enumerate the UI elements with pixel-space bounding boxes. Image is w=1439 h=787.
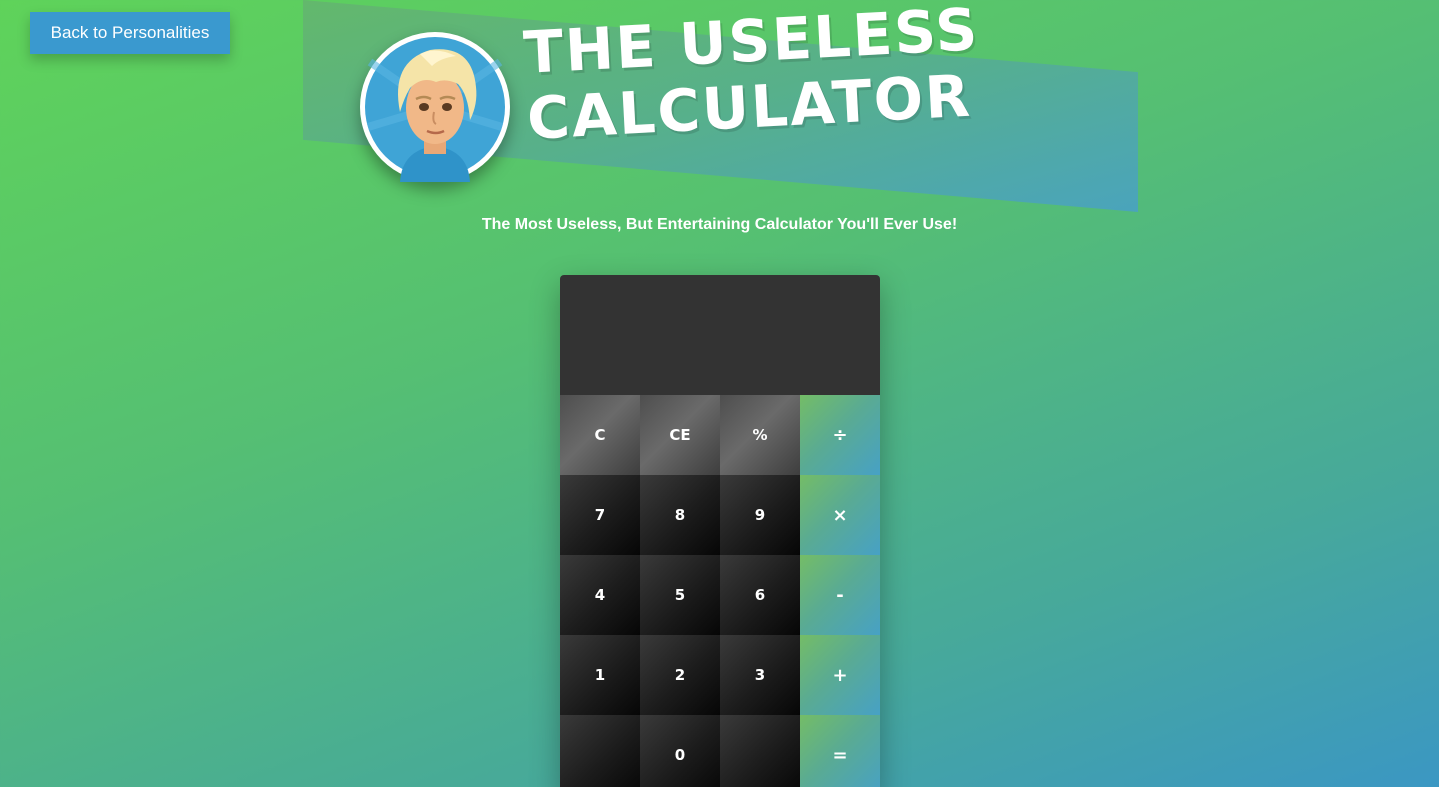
calculator-keypad: C CE % ÷ 7 8 9 × 4 5 6 - 1 2 3 + 0 = <box>560 395 880 787</box>
digit-8-button[interactable]: 8 <box>640 475 720 555</box>
multiply-button[interactable]: × <box>800 475 880 555</box>
page-subtitle: The Most Useless, But Entertaining Calcu… <box>481 216 958 233</box>
clear-button[interactable]: C <box>560 395 640 475</box>
clear-entry-button[interactable]: CE <box>640 395 720 475</box>
digit-7-button[interactable]: 7 <box>560 475 640 555</box>
digit-2-button[interactable]: 2 <box>640 635 720 715</box>
digit-4-button[interactable]: 4 <box>560 555 640 635</box>
digit-3-button[interactable]: 3 <box>720 635 800 715</box>
calculator-display <box>560 275 880 395</box>
percent-button[interactable]: % <box>720 395 800 475</box>
subtract-button[interactable]: - <box>800 555 880 635</box>
digit-1-button[interactable]: 1 <box>560 635 640 715</box>
blank-left-button[interactable] <box>560 715 640 787</box>
digit-0-button[interactable]: 0 <box>640 715 720 787</box>
calculator: C CE % ÷ 7 8 9 × 4 5 6 - 1 2 3 + 0 = <box>560 275 880 787</box>
blank-right-button[interactable] <box>720 715 800 787</box>
divide-button[interactable]: ÷ <box>800 395 880 475</box>
avatar <box>360 32 510 182</box>
digit-6-button[interactable]: 6 <box>720 555 800 635</box>
page-title: The Useless Calculator <box>522 0 981 153</box>
digit-9-button[interactable]: 9 <box>720 475 800 555</box>
equals-button[interactable]: = <box>800 715 880 787</box>
back-to-personalities-button[interactable]: Back to Personalities <box>30 12 230 54</box>
personality-avatar-icon <box>360 32 510 182</box>
add-button[interactable]: + <box>800 635 880 715</box>
digit-5-button[interactable]: 5 <box>640 555 720 635</box>
